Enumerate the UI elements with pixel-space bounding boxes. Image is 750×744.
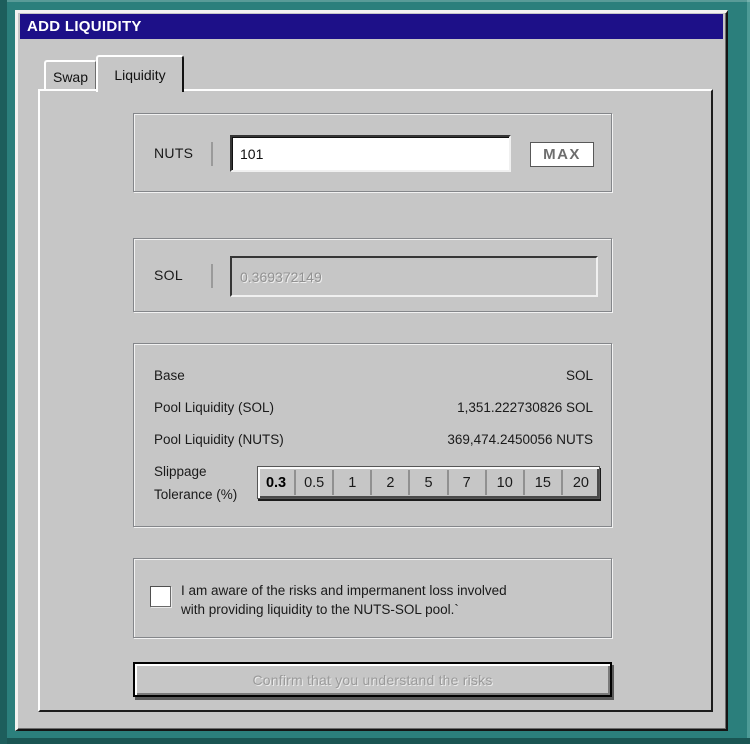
info-label-pool-liquidity-nuts: Pool Liquidity (NUTS) — [154, 432, 284, 447]
tab-liquidity[interactable]: Liquidity — [96, 55, 184, 92]
slippage-option-0-5[interactable]: 0.5 — [294, 470, 332, 495]
info-label-pool-liquidity-sol: Pool Liquidity (SOL) — [154, 400, 274, 415]
liquidity-tab-panel: NUTS MAX SOL Base SOL — [38, 89, 713, 712]
sol-amount-output — [230, 256, 598, 297]
add-liquidity-window: ADD LIQUIDITY Swap Liquidity NUTS MAX SO… — [15, 10, 728, 731]
window-title: ADD LIQUIDITY — [27, 18, 142, 35]
tab-swap-label: Swap — [53, 69, 88, 85]
confirm-risks-button-label: Confirm that you understand the risks — [252, 672, 492, 688]
sol-token-label: SOL — [154, 267, 183, 283]
slippage-option-10[interactable]: 10 — [485, 470, 523, 495]
nuts-amount-input[interactable] — [230, 135, 511, 172]
info-value-pool-liquidity-nuts: 369,474.2450056 NUTS — [447, 432, 593, 447]
slippage-tolerance-label: Slippage Tolerance (%) — [154, 460, 237, 506]
info-row-base: Base SOL — [134, 359, 611, 391]
nuts-divider — [211, 142, 213, 166]
slippage-option-1[interactable]: 1 — [332, 470, 370, 495]
risk-acknowledgement-group: I am aware of the risks and impermanent … — [133, 558, 612, 638]
max-button-label: MAX — [543, 146, 581, 163]
slippage-option-20[interactable]: 20 — [561, 470, 599, 495]
nuts-input-group: NUTS MAX — [133, 113, 612, 192]
info-label-base: Base — [154, 368, 185, 383]
slippage-label-line2: Tolerance (%) — [154, 483, 237, 506]
slippage-tolerance-bar: 0.3 0.5 1 2 5 7 10 15 20 — [257, 466, 600, 499]
slippage-label-line1: Slippage — [154, 460, 237, 483]
tab-swap[interactable]: Swap — [44, 60, 97, 91]
sol-divider — [211, 264, 213, 288]
risk-text-line2: with providing liquidity to the NUTS-SOL… — [181, 600, 507, 619]
risk-text: I am aware of the risks and impermanent … — [181, 581, 507, 619]
risk-checkbox[interactable] — [150, 586, 171, 607]
slippage-option-15[interactable]: 15 — [523, 470, 561, 495]
max-button[interactable]: MAX — [530, 142, 594, 167]
info-row-pool-liquidity-nuts: Pool Liquidity (NUTS) 369,474.2450056 NU… — [134, 423, 611, 455]
tab-liquidity-label: Liquidity — [114, 67, 165, 83]
info-value-pool-liquidity-sol: 1,351.222730826 SOL — [457, 400, 593, 415]
desktop-background: ADD LIQUIDITY Swap Liquidity NUTS MAX SO… — [0, 0, 750, 744]
sol-output-group: SOL — [133, 238, 612, 312]
slippage-option-5[interactable]: 5 — [408, 470, 446, 495]
slippage-option-2[interactable]: 2 — [370, 470, 408, 495]
window-titlebar[interactable]: ADD LIQUIDITY — [20, 14, 723, 39]
slippage-option-7[interactable]: 7 — [447, 470, 485, 495]
slippage-option-0-3[interactable]: 0.3 — [258, 470, 294, 495]
pool-info-group: Base SOL Pool Liquidity (SOL) 1,351.2227… — [133, 343, 612, 527]
pool-info-rows: Base SOL Pool Liquidity (SOL) 1,351.2227… — [134, 359, 611, 455]
info-value-base: SOL — [566, 368, 593, 383]
nuts-token-label: NUTS — [154, 145, 193, 161]
info-row-pool-liquidity-sol: Pool Liquidity (SOL) 1,351.222730826 SOL — [134, 391, 611, 423]
confirm-risks-button[interactable]: Confirm that you understand the risks — [133, 662, 612, 697]
risk-text-line1: I am aware of the risks and impermanent … — [181, 581, 507, 600]
